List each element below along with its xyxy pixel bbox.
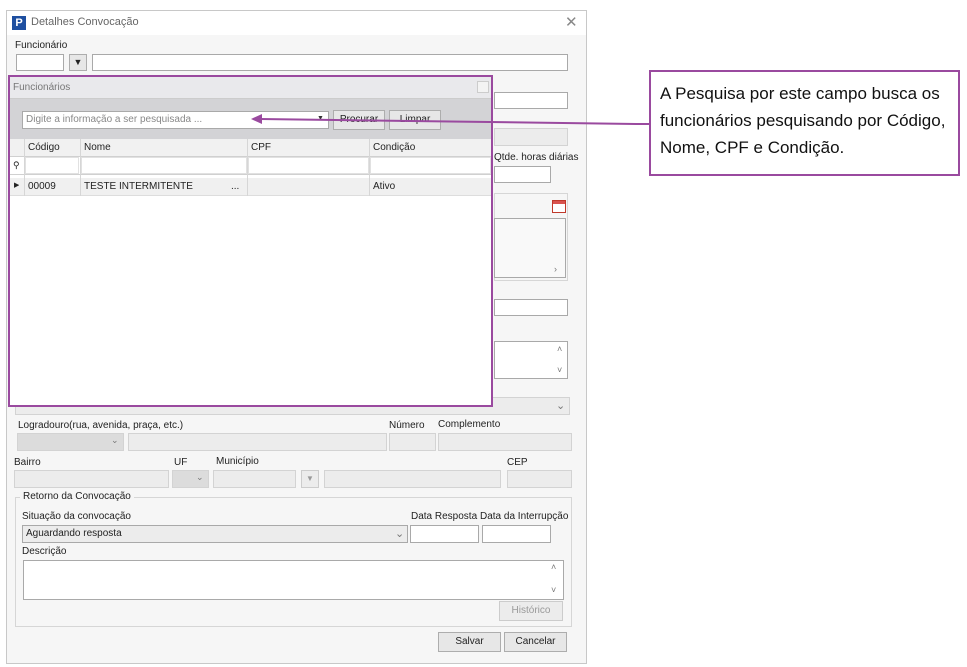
annotation-callout: A Pesquisa por este campo busca os funci…: [649, 70, 960, 176]
annotation-text: A Pesquisa por este campo busca os funci…: [660, 84, 946, 157]
